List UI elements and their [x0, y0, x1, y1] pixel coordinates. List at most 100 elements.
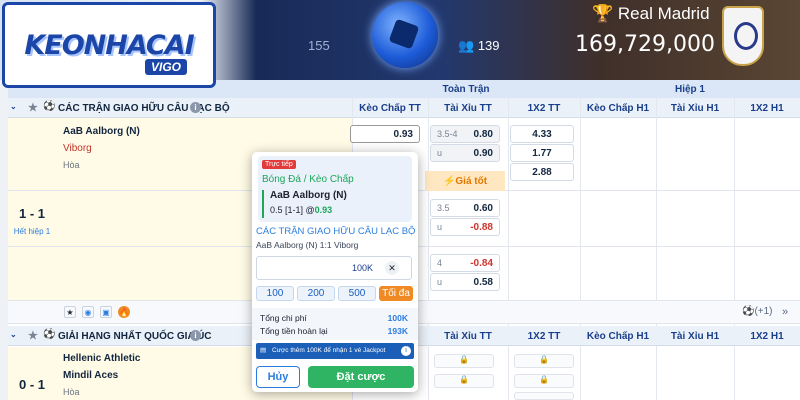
live-tracker-icon[interactable]: ▣: [100, 306, 112, 318]
away-team: Viborg: [63, 143, 92, 154]
group-full-match: Toàn Trận: [442, 83, 490, 95]
ou-line: 4: [437, 258, 443, 268]
slip-summary: Tổng chi phí 100K Tổng tiền hoàn lại 193…: [252, 308, 418, 340]
soccer-icon: ⚽: [742, 306, 755, 317]
selection-accent: [262, 190, 264, 218]
col-1x2-tt: 1X2 TT: [527, 330, 561, 342]
stake-value: 100K: [351, 263, 373, 273]
ou-under-label: u: [437, 148, 443, 158]
league-icon: ⚽: [43, 101, 56, 112]
online-users: 👥 139: [458, 38, 500, 54]
away-team: Mindil Aces: [63, 370, 119, 381]
odd-value: 0.80: [473, 128, 493, 140]
quick-stake-100[interactable]: 100: [256, 286, 294, 301]
logo-subtext: VIGO: [144, 59, 187, 75]
odd-1x2-draw[interactable]: 2.88: [510, 163, 574, 181]
locked-odd: 🔒: [514, 354, 574, 368]
lock-icon: 🔒: [459, 375, 469, 384]
info-icon[interactable]: i: [190, 102, 201, 113]
promo-text: Cược thêm 100K để nhận 1 vé Jackpot: [272, 347, 386, 354]
selection-box: Trực tiếp Bóng Đá / Kèo Chấp AaB Aalborg…: [258, 156, 412, 222]
odd-1x2-away[interactable]: 1.77: [510, 144, 574, 162]
odd-value: -0.84: [470, 257, 493, 269]
line-text: 0.5 [1-1] @: [270, 205, 315, 215]
bet-slip-popup: Trực tiếp Bóng Đá / Kèo Chấp AaB Aalborg…: [252, 152, 418, 392]
odd-under-3[interactable]: u 0.58: [430, 273, 500, 291]
odd-over-1[interactable]: 3.5-4 0.80: [430, 125, 500, 143]
cancel-button[interactable]: Hủy: [256, 366, 300, 388]
site-logo[interactable]: KEONHACAI VIGO: [2, 2, 216, 88]
score-value: 0 - 1: [18, 377, 45, 392]
odd-1x2-home[interactable]: 4.33: [510, 125, 574, 143]
league1-header[interactable]: ⌄ ★ ⚽ CÁC TRẬN GIAO HỮU CÂU LẠC BỘ i Kèo…: [8, 98, 800, 118]
odd-value: 4.33: [532, 128, 552, 140]
locked-odd: 🔒: [514, 374, 574, 388]
clear-stake-icon[interactable]: ✕: [385, 261, 399, 275]
locked-odd: 🔒: [434, 374, 494, 388]
jackpot-team: 🏆 Real Madrid: [592, 4, 710, 24]
ou-line: 3.5: [437, 203, 450, 213]
col-1x2-tt: 1X2 TT: [527, 102, 561, 114]
hot-icon[interactable]: 🔥: [118, 306, 130, 318]
stake-input[interactable]: 100K ✕: [256, 256, 412, 280]
odd-value: 2.88: [532, 166, 552, 178]
match1-score: 1 - 1 Hết hiệp 1: [8, 118, 56, 300]
league-icon: ⚽: [43, 329, 56, 340]
odd-value: 0.93: [393, 128, 413, 140]
jackpot-amount: 169,729,000: [575, 32, 715, 57]
sport-market: Bóng Đá / Kèo Chấp: [262, 174, 354, 185]
home-team: AaB Aalborg (N): [63, 126, 140, 137]
trophy-icon: 🏆: [592, 4, 618, 23]
odd-value: -0.88: [470, 221, 493, 233]
col-keo-chap-h1: Kèo Chấp H1: [586, 102, 650, 114]
odd-value: 0.58: [473, 276, 493, 288]
odd-over-3[interactable]: 4 -0.84: [430, 254, 500, 272]
football-icon: [372, 2, 438, 68]
selection-team: AaB Aalborg (N): [270, 190, 347, 201]
total-cost-label: Tổng chi phí: [260, 313, 307, 323]
score-value: 1 - 1: [18, 206, 45, 221]
info-icon[interactable]: i: [401, 346, 411, 356]
draw-label: Hòa: [63, 160, 80, 170]
favorite-star-icon[interactable]: ★: [28, 329, 38, 342]
best-price-badge: ⚡ Giá tốt: [425, 171, 505, 191]
collapse-chevron-icon[interactable]: ⌄: [10, 330, 17, 339]
favorite-star-icon[interactable]: ★: [28, 101, 38, 114]
collapse-chevron-icon[interactable]: ⌄: [10, 102, 17, 111]
quick-stake-200[interactable]: 200: [297, 286, 335, 301]
star-icon[interactable]: ★: [64, 306, 76, 318]
lock-icon: 🔒: [459, 355, 469, 364]
more-markets-button[interactable]: ⚽ (+1): [742, 306, 773, 317]
total-cost: 100K: [387, 313, 408, 323]
col-keo-chap-tt: Kèo Chấp TT: [359, 102, 421, 114]
odd-over-2[interactable]: 3.5 0.60: [430, 199, 500, 217]
col-tai-xiu-h1: Tài Xỉu H1: [670, 102, 720, 114]
odd-value: 0.90: [473, 147, 493, 159]
more-markets-count: (+1): [754, 306, 773, 317]
league1-title: CÁC TRẬN GIAO HỮU CÂU LẠC BỘ: [58, 103, 230, 114]
info-icon[interactable]: i: [190, 330, 201, 341]
odd-under-1[interactable]: u 0.90: [430, 144, 500, 162]
refund-label: Tổng tiền hoàn lại: [260, 326, 328, 336]
place-bet-button[interactable]: Đặt cược: [308, 366, 414, 388]
left-counter: 155: [308, 38, 330, 53]
locked-odd: [514, 392, 574, 400]
selection-price: 0.93: [314, 205, 333, 215]
jackpot-promo: ▤ Cược thêm 100K để nhận 1 vé Jackpot i: [256, 343, 414, 359]
team-name: Real Madrid: [617, 4, 710, 23]
ou-line: 3.5-4: [437, 129, 458, 139]
group-first-half: Hiệp 1: [674, 83, 705, 95]
expand-arrows-icon[interactable]: »: [782, 306, 788, 318]
odd-under-2[interactable]: u -0.88: [430, 218, 500, 236]
max-stake-button[interactable]: Tối đa: [379, 286, 413, 301]
live-badge: Trực tiếp: [262, 160, 296, 169]
quick-stake-500[interactable]: 500: [338, 286, 376, 301]
users-icon: 👥: [458, 38, 478, 53]
odd-value: 0.60: [473, 202, 493, 214]
stats-icon[interactable]: ◉: [82, 306, 94, 318]
odd-handicap-home[interactable]: 0.93: [350, 125, 420, 143]
col-1x2-h1: 1X2 H1: [750, 102, 784, 114]
ou-under-label: u: [437, 222, 443, 232]
lightning-icon: ⚡: [442, 175, 456, 187]
refund-amount: 193K: [387, 326, 408, 336]
